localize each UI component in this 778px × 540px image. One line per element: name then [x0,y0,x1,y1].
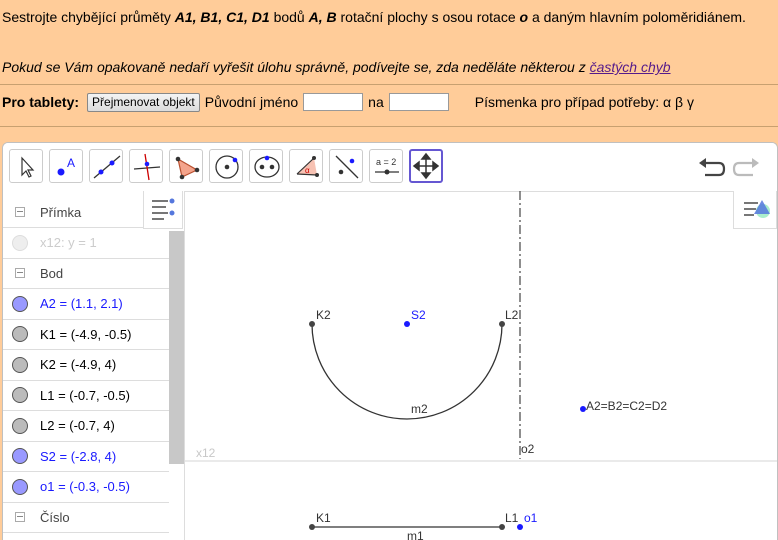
algebra-item[interactable]: x12: y = 1 [3,228,169,259]
common-mistakes-link[interactable]: častých chyb [590,59,671,75]
polygon-tool-icon[interactable] [169,149,203,183]
divider-top [0,84,778,85]
redo-icon[interactable] [731,155,761,179]
algebra-item[interactable]: A2 = (1.1, 2.1) [3,289,169,320]
tablet-row: Pro tablety: Přejmenovat objekt Původní … [2,91,694,113]
algebra-item-label: Bod [40,265,64,281]
collapse-icon[interactable] [15,268,25,278]
point-S2 [404,321,410,327]
label-o1: o1 [524,511,538,525]
graphics-style-icon[interactable] [733,191,777,229]
hint-text: Pokud se Vám opakovaně nedaří vyřešit úl… [2,59,671,75]
algebra-item[interactable]: K1 = (-4.9, -0.5) [3,319,169,350]
visibility-toggle-icon[interactable] [12,356,28,373]
label-A2: A2=B2=C2=D2 [586,399,667,413]
visibility-toggle-icon[interactable] [12,448,28,464]
point-K1 [309,524,315,530]
task-text: Sestrojte chybějící průměty A1, B1, C1, … [2,9,746,25]
algebra-item-label: A2 = (1.1, 2.1) [40,296,123,311]
perpendicular-line-icon[interactable] [129,149,163,183]
visibility-toggle-icon[interactable] [12,295,28,312]
to-label: na [368,94,384,110]
algebra-menu-icon[interactable] [143,191,183,229]
meridian-m2 [311,323,503,420]
collapse-icon[interactable] [15,207,25,217]
algebra-item[interactable]: S2 = (-2.8, 4) [3,441,169,472]
visibility-toggle-icon[interactable] [12,234,28,251]
algebra-item[interactable]: o1 = (-0.3, -0.5) [3,472,169,503]
circle-tool-icon[interactable] [209,149,243,183]
algebra-item-label: S2 = (-2.8, 4) [40,448,117,464]
collapse-icon[interactable] [15,512,25,522]
algebra-item-label: K2 = (-4.9, 4) [40,357,117,372]
algebra-item-label: L1 = (-0.7, -0.5) [40,387,130,403]
visibility-toggle-icon[interactable] [12,326,28,342]
algebra-item[interactable]: K2 = (-4.9, 4) [3,350,169,381]
angle-tool-icon[interactable]: α [289,149,323,183]
algebra-item-label: o1 = (-0.3, -0.5) [40,479,130,494]
graphics-view[interactable]: x12 K2 S2 L2 m2 A2=B2=C2=D2 o2 K1 L1 o1 m1 [185,191,777,540]
algebra-group-header[interactable]: Číslo [3,502,169,533]
original-name-input[interactable] [303,93,364,111]
algebra-group-header[interactable]: Bod [3,258,169,289]
svg-text:a = 2: a = 2 [376,157,396,167]
slider-tool-icon[interactable]: a = 2 [369,149,403,183]
label-o2: o2 [521,442,535,456]
divider-bottom [0,126,778,127]
algebra-scrollbar[interactable] [169,231,184,464]
letters-label: Písmenka pro případ potřeby: α β γ [474,94,694,110]
original-name-label: Původní jméno [204,94,299,110]
reflect-tool-icon[interactable] [329,149,363,183]
visibility-toggle-icon[interactable] [12,417,28,434]
algebra-item-label: x12: y = 1 [40,235,97,250]
algebra-item[interactable]: L1 = (-0.7, -0.5) [3,380,169,411]
algebra-view: Přímka x12: y = 1 Bod A2 = (1.1, 2.1) K1 = (… [3,191,185,540]
line-tool-icon[interactable] [89,149,123,183]
label-m1: m1 [407,529,424,540]
rename-object-button[interactable]: Přejmenovat objekt [87,92,200,112]
algebra-item-label: L2 = (-0.7, 4) [40,418,115,433]
visibility-toggle-icon[interactable] [12,478,28,495]
label-S2: S2 [411,308,426,322]
label-K2: K2 [316,308,331,322]
x12-label: x12 [196,446,216,460]
label-m2: m2 [411,402,428,416]
svg-text:α: α [305,166,310,175]
algebra-item[interactable]: L2 = (-0.7, 4) [3,411,169,442]
undo-icon[interactable] [697,155,727,179]
algebra-item-label: Přímka [40,204,82,220]
label-L2: L2 [505,308,519,322]
move-graphics-view-icon[interactable] [409,149,443,183]
svg-text:A: A [67,156,75,170]
point-K2 [309,321,315,327]
new-name-input[interactable] [388,93,449,111]
label-L1: L1 [505,511,519,525]
algebra-item-label: Číslo [40,509,70,525]
move-tool-icon[interactable] [9,149,43,183]
toolbar: A α a = 2 [3,143,777,192]
visibility-toggle-icon[interactable] [12,387,28,403]
ellipse-tool-icon[interactable] [249,149,283,183]
point-tool-icon[interactable]: A [49,149,83,183]
geogebra-applet: A α a = 2 Přímka x12: y = 1 Bod A2 = (1.… [2,142,778,540]
tablet-label: Pro tablety: [2,94,80,110]
algebra-item-label: K1 = (-4.9, -0.5) [40,326,132,342]
label-K1: K1 [316,511,331,525]
